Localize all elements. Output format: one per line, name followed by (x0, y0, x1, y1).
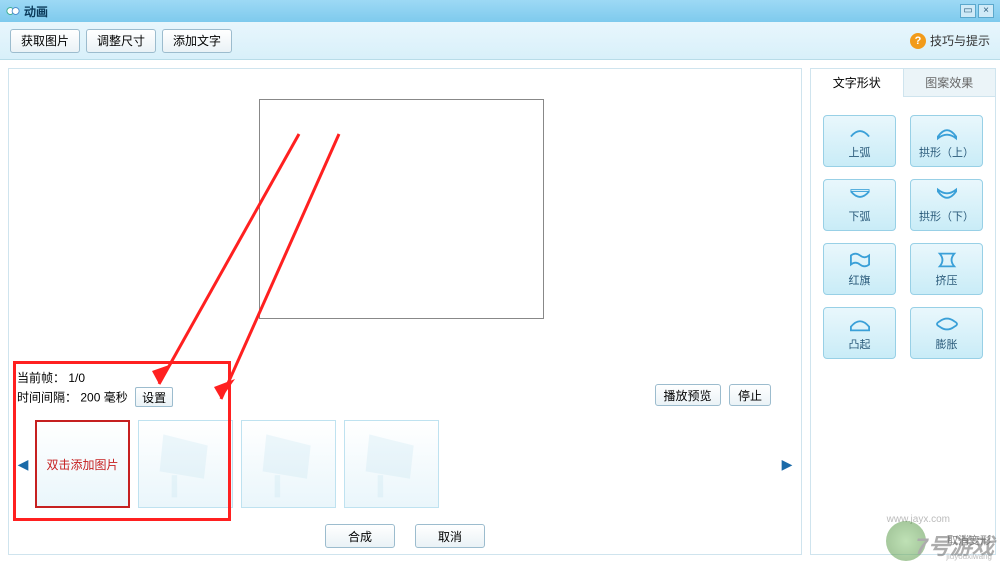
restore-button[interactable]: ▭ (960, 4, 976, 18)
shape-icon (846, 250, 874, 270)
tab-pattern-effect[interactable]: 图案效果 (904, 69, 996, 97)
compose-button[interactable]: 合成 (325, 524, 395, 548)
next-frame-arrow[interactable]: ▶ (781, 444, 793, 484)
shape-label: 拱形（上） (919, 144, 974, 160)
shape-icon (846, 186, 874, 206)
tips-link[interactable]: ? 技巧与提示 (910, 32, 990, 49)
interval-label: 时间间隔： (17, 391, 77, 405)
cancel-warp-link[interactable]: 取消变形 (947, 532, 991, 548)
shape-label: 上弧 (849, 144, 871, 160)
resize-button[interactable]: 调整尺寸 (86, 29, 156, 53)
canvas-panel: 当前帧： 1/0 时间间隔： 200 毫秒 设置 播放预览 停止 ◀ 双击 (8, 68, 802, 555)
get-image-button[interactable]: 获取图片 (10, 29, 80, 53)
preview-canvas[interactable] (259, 99, 544, 319)
shape-button-0[interactable]: 上弧 (823, 115, 896, 167)
shape-icon (933, 250, 961, 270)
cancel-button[interactable]: 取消 (415, 524, 485, 548)
shape-label: 下弧 (849, 208, 871, 224)
shape-label: 膨胀 (936, 336, 958, 352)
shape-icon (933, 186, 961, 206)
close-button[interactable]: × (978, 4, 994, 18)
interval-unit: 毫秒 (104, 391, 128, 405)
shape-button-5[interactable]: 挤压 (910, 243, 983, 295)
shape-button-1[interactable]: 拱形（上） (910, 115, 983, 167)
frame-slot-3[interactable] (241, 420, 336, 508)
add-image-placeholder: 双击添加图片 (46, 456, 118, 473)
shape-label: 挤压 (936, 272, 958, 288)
shape-label: 凸起 (849, 336, 871, 352)
shape-icon (846, 314, 874, 334)
settings-button[interactable]: 设置 (135, 387, 173, 407)
tips-label: 技巧与提示 (930, 32, 990, 49)
shape-button-6[interactable]: 凸起 (823, 307, 896, 359)
play-preview-button[interactable]: 播放预览 (655, 384, 721, 406)
app-icon (6, 4, 20, 18)
frame-slot-2[interactable] (138, 420, 233, 508)
shape-button-3[interactable]: 拱形（下） (910, 179, 983, 231)
stop-button[interactable]: 停止 (729, 384, 771, 406)
shape-button-7[interactable]: 膨胀 (910, 307, 983, 359)
shape-button-4[interactable]: 红旗 (823, 243, 896, 295)
tab-text-shape[interactable]: 文字形状 (811, 69, 904, 97)
shape-icon (933, 314, 961, 334)
shape-icon (933, 122, 961, 142)
frame-info: 当前帧： 1/0 时间间隔： 200 毫秒 设置 (17, 369, 173, 407)
shape-label: 拱形（下） (919, 208, 974, 224)
frame-slot-1[interactable]: 双击添加图片 (35, 420, 130, 508)
prev-frame-arrow[interactable]: ◀ (17, 444, 29, 484)
help-icon: ? (910, 33, 926, 49)
shape-label: 红旗 (849, 272, 871, 288)
frame-slot-4[interactable] (344, 420, 439, 508)
add-text-button[interactable]: 添加文字 (162, 29, 232, 53)
interval-value: 200 (80, 391, 100, 405)
current-frame-label: 当前帧： (17, 371, 65, 385)
shape-icon (846, 122, 874, 142)
current-frame-value: 1/0 (68, 371, 85, 385)
shape-button-2[interactable]: 下弧 (823, 179, 896, 231)
window-title: 动画 (24, 3, 48, 20)
